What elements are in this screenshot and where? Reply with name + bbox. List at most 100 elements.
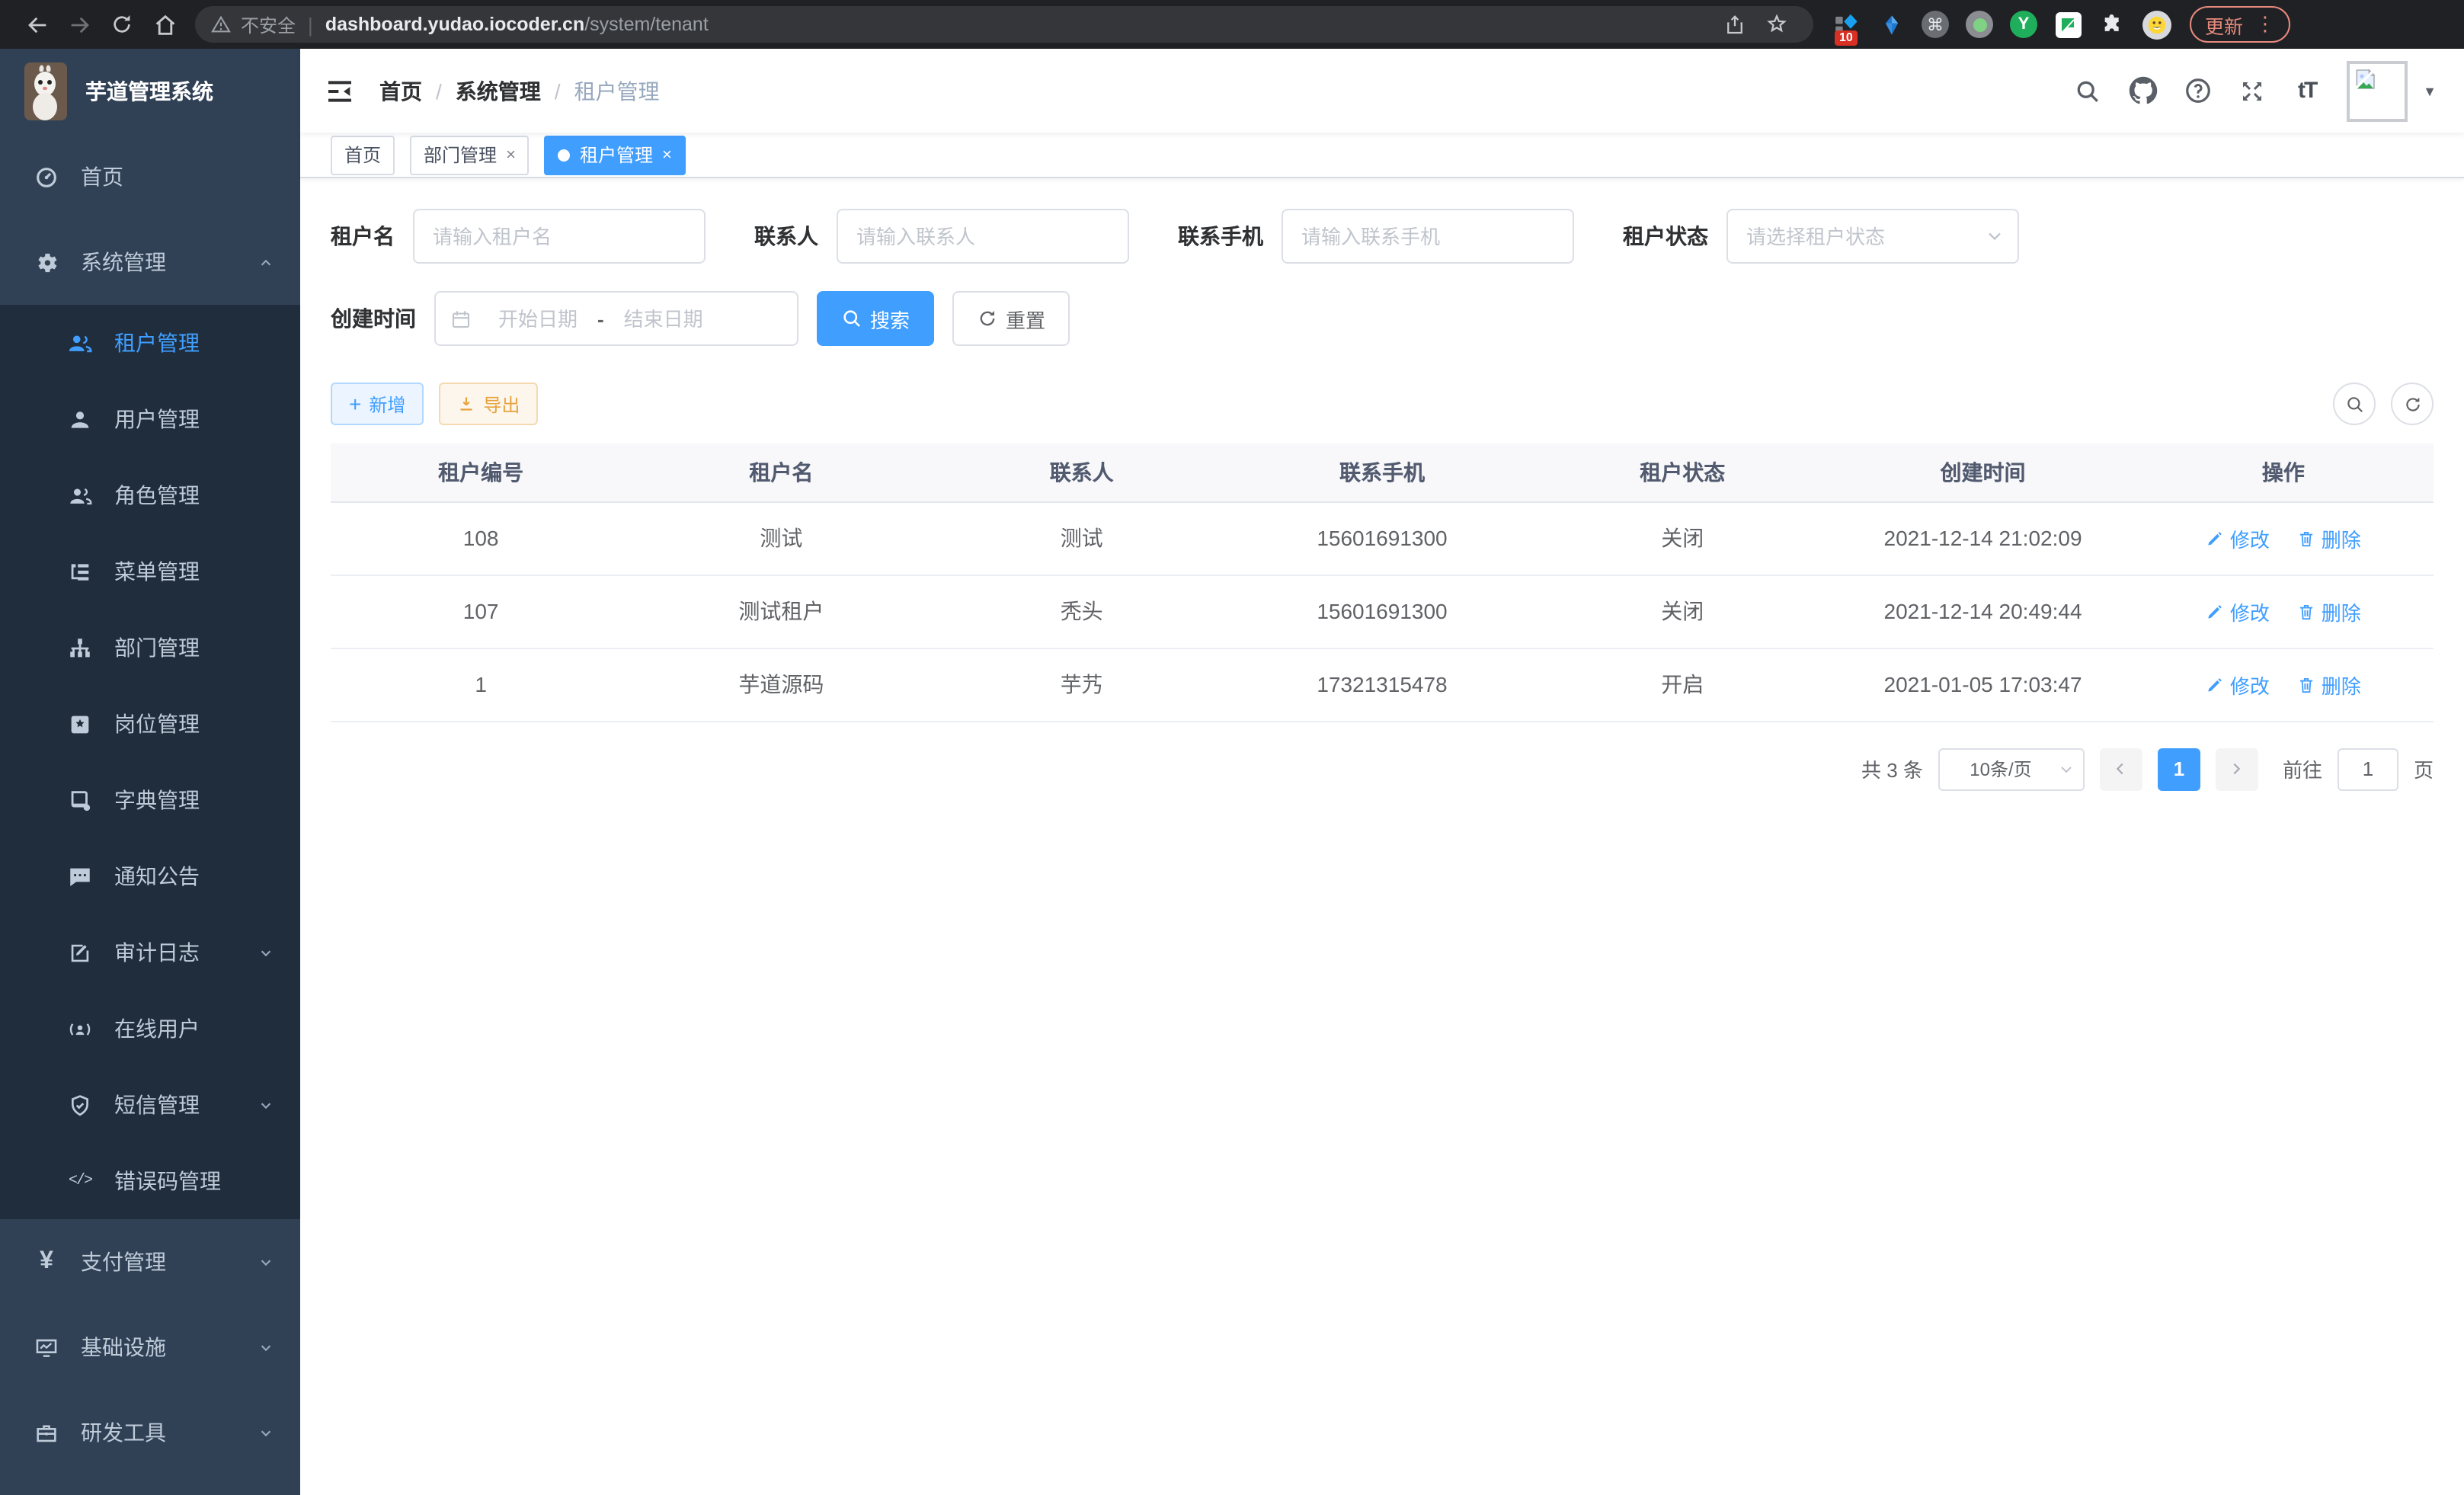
header-search-icon[interactable] [2060, 60, 2115, 121]
screen: 不安全 | dashboard.yudao.iocoder.cn/system/… [0, 0, 2464, 1495]
sidebar-item-online[interactable]: 在线用户 [0, 991, 300, 1067]
add-button[interactable]: + 新增 [331, 383, 424, 425]
sidebar-item-dept[interactable]: 部门管理 [0, 610, 300, 686]
extensions-puzzle-icon[interactable] [2097, 9, 2127, 40]
delete-link[interactable]: 删除 [2297, 523, 2361, 552]
date-end-input[interactable] [607, 307, 720, 330]
mobile-input[interactable] [1282, 209, 1574, 264]
edit-link[interactable]: 修改 [2206, 670, 2270, 699]
breadcrumb-separator: / [555, 78, 561, 103]
table-row: 108 测试 测试 15601691300 关闭 2021-12-14 21:0… [331, 501, 2434, 575]
extension-kite-icon[interactable] [1876, 9, 1906, 40]
search-icon [2344, 394, 2364, 414]
status-label: 租户状态 [1623, 221, 1708, 251]
reset-button[interactable]: 重置 [952, 291, 1070, 346]
browser-menu-icon[interactable]: ⋮ [2255, 12, 2275, 37]
extension-command-icon[interactable]: ⌘ [1920, 9, 1950, 40]
sidebar-item-tenant[interactable]: 租户管理 [0, 305, 300, 381]
reload-icon[interactable] [101, 3, 143, 46]
sidebar-logo[interactable]: 芋道管理系统 [0, 49, 300, 134]
sidebar-item-menu[interactable]: 菜单管理 [0, 533, 300, 610]
status-select-input[interactable] [1726, 209, 2019, 264]
next-page-button[interactable] [2216, 748, 2258, 790]
tab-home[interactable]: 首页 [331, 135, 395, 174]
sidebar-item-user[interactable]: 用户管理 [0, 381, 300, 457]
logo-image [24, 62, 67, 120]
tenant-name-input[interactable] [413, 209, 706, 264]
edit-link[interactable]: 修改 [2206, 523, 2270, 552]
date-range-picker[interactable]: - [434, 291, 798, 346]
sidebar-item-label: 部门管理 [114, 632, 276, 663]
tab-close-icon[interactable]: × [662, 146, 672, 164]
prev-page-button[interactable] [2100, 748, 2142, 790]
sidebar-item-errcode[interactable]: </> 错误码管理 [0, 1143, 300, 1219]
sidebar-item-notice[interactable]: 通知公告 [0, 838, 300, 914]
sidebar-item-post[interactable]: 岗位管理 [0, 686, 300, 762]
cell-id: 1 [331, 648, 631, 721]
delete-link[interactable]: 删除 [2297, 597, 2361, 626]
extension-green-dot-icon[interactable] [1964, 9, 1995, 40]
extension-blue-diamond-icon[interactable]: 10 [1832, 9, 1862, 40]
sidebar-item-pay[interactable]: ¥ 支付管理 [0, 1219, 300, 1305]
breadcrumb-home[interactable]: 首页 [379, 75, 422, 106]
bookmark-star-icon[interactable] [1755, 3, 1798, 46]
goto-page-input[interactable] [2338, 748, 2398, 790]
sidebar-item-system[interactable]: 系统管理 [0, 219, 300, 305]
edit-link[interactable]: 修改 [2206, 597, 2270, 626]
column-header-mobile: 联系手机 [1232, 443, 1532, 501]
extension-badge: 10 [1835, 30, 1858, 46]
page-size-select[interactable] [1938, 748, 2085, 790]
pagination-total: 共 3 条 [1861, 754, 1923, 783]
share-icon[interactable] [1713, 3, 1755, 46]
export-button[interactable]: 导出 [439, 383, 538, 425]
page-size-value[interactable] [1938, 748, 2085, 790]
tab-close-icon[interactable]: × [506, 146, 516, 164]
search-button[interactable]: 搜索 [817, 291, 934, 346]
search-button-label: 搜索 [870, 304, 910, 333]
tab-tenant[interactable]: 租户管理 × [545, 135, 686, 174]
status-select[interactable] [1726, 209, 2019, 264]
breadcrumb-system[interactable]: 系统管理 [456, 75, 541, 106]
cell-id: 107 [331, 575, 631, 648]
active-tab-dot [558, 149, 571, 161]
sidebar-item-role[interactable]: 角色管理 [0, 457, 300, 533]
address-bar[interactable]: 不安全 | dashboard.yudao.iocoder.cn/system/… [195, 6, 1813, 43]
sidebar-item-sms[interactable]: 短信管理 [0, 1067, 300, 1143]
home-icon[interactable] [143, 3, 186, 46]
font-size-icon[interactable]: tT [2280, 60, 2334, 121]
app-title: 芋道管理系统 [85, 76, 213, 107]
sidebar-item-tools[interactable]: 研发工具 [0, 1390, 300, 1475]
contact-input[interactable] [837, 209, 1129, 264]
sidebar-item-home[interactable]: 首页 [0, 134, 300, 219]
avatar[interactable] [2347, 60, 2408, 121]
page-number-button[interactable]: 1 [2158, 748, 2200, 790]
edit-icon [2206, 674, 2226, 694]
extension-chat-icon[interactable] [2053, 9, 2083, 40]
system-submenu: 租户管理 用户管理 角色管理 菜单管理 [0, 305, 300, 1219]
extension-y-icon[interactable]: Y [2008, 9, 2039, 40]
delete-link[interactable]: 删除 [2297, 670, 2361, 699]
cell-contact: 芋艿 [932, 648, 1232, 721]
extension-emoji-icon[interactable] [2141, 9, 2171, 40]
show-search-toggle-button[interactable] [2333, 383, 2376, 425]
breadcrumb-current: 租户管理 [574, 75, 660, 106]
page-suffix: 页 [2414, 754, 2434, 783]
tab-dept[interactable]: 部门管理 × [410, 135, 530, 174]
create-time-label: 创建时间 [331, 303, 416, 334]
back-icon[interactable] [15, 3, 58, 46]
sidebar-item-infra[interactable]: 基础设施 [0, 1305, 300, 1390]
fullscreen-icon[interactable] [2225, 60, 2280, 121]
sidebar-item-label: 基础设施 [81, 1332, 256, 1362]
column-header-actions: 操作 [2133, 443, 2434, 501]
sidebar-collapse-icon[interactable] [325, 75, 355, 106]
date-start-input[interactable] [482, 307, 594, 330]
github-icon[interactable] [2115, 60, 2170, 121]
sidebar-item-dict[interactable]: 字典管理 [0, 762, 300, 838]
sidebar-item-audit[interactable]: 审计日志 [0, 914, 300, 991]
avatar-caret-icon[interactable]: ▼ [2423, 83, 2437, 98]
browser-update-button[interactable]: 更新 ⋮ [2190, 6, 2290, 43]
help-icon[interactable] [2170, 60, 2225, 121]
refresh-table-button[interactable] [2391, 383, 2434, 425]
forward-icon[interactable] [58, 3, 101, 46]
dashboard-icon [34, 164, 59, 190]
